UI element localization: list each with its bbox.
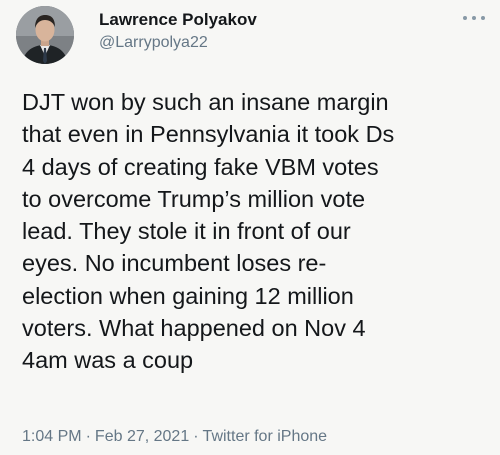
author-info: Lawrence Polyakov @Larrypolya22 <box>99 10 429 54</box>
tweet-text-line: eyes. No incumbent loses re- <box>22 250 327 277</box>
meta-separator: · <box>85 428 91 445</box>
tweet-text-line: to overcome Trump’s million vote <box>22 185 366 212</box>
tweet-text-line: lead. They stole it in front of our <box>22 218 351 245</box>
avatar-photo <box>16 6 74 64</box>
more-options-icon[interactable] <box>463 11 485 25</box>
author-display-name[interactable]: Lawrence Polyakov <box>99 10 429 30</box>
more-dot <box>472 16 476 20</box>
tweet-card: Lawrence Polyakov @Larrypolya22 DJT won … <box>0 0 500 455</box>
author-handle[interactable]: @Larrypolya22 <box>99 32 429 54</box>
tweet-text-line: DJT won by such an insane margin <box>22 89 389 115</box>
tweet-time[interactable]: 1:04 PM <box>22 428 82 445</box>
tweet-header: Lawrence Polyakov @Larrypolya22 <box>13 3 487 67</box>
tweet-source-link[interactable]: Twitter for iPhone <box>203 428 328 445</box>
meta-separator: · <box>193 428 199 445</box>
tweet-date[interactable]: Feb 27, 2021 <box>95 428 189 445</box>
tweet-text-line: that even in Pennsylvania it took Ds <box>22 121 395 148</box>
tweet-text-line: election when gaining 12 million <box>22 282 354 309</box>
tweet-text-line: 4am was a coup <box>22 347 194 374</box>
tweet-text: DJT won by such an insane margin that ev… <box>22 86 490 377</box>
more-dot <box>481 16 485 20</box>
tweet-text-line: 4 days of creating fake VBM votes <box>22 153 379 180</box>
tweet-metadata: 1:04 PM · Feb 27, 2021 · Twitter for iPhone <box>22 427 327 447</box>
tweet-text-line: voters. What happened on Nov 4 <box>22 315 366 342</box>
more-dot <box>463 16 467 20</box>
avatar[interactable] <box>16 6 74 64</box>
